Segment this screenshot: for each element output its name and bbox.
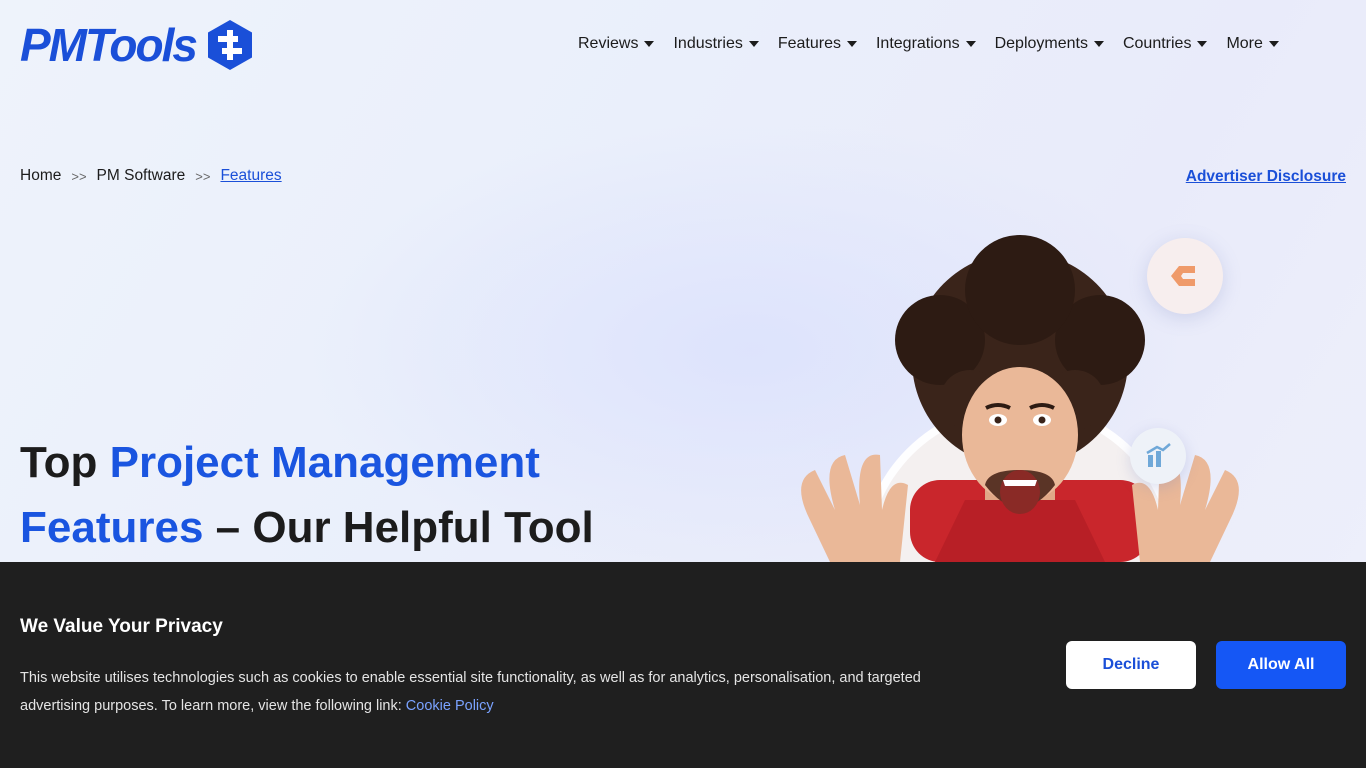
- title-part-1: Top: [20, 438, 110, 487]
- cookie-banner: We Value Your Privacy This website utili…: [0, 562, 1366, 768]
- nav-industries[interactable]: Industries: [673, 33, 759, 55]
- nav-label: Reviews: [578, 35, 639, 52]
- breadcrumb-separator: >>: [195, 168, 211, 184]
- caret-down-icon: [644, 41, 655, 47]
- allow-all-button[interactable]: Allow All: [1216, 641, 1346, 689]
- page-title: Top Project Management Features – Our He…: [20, 430, 660, 560]
- nav-features[interactable]: Features: [778, 33, 857, 55]
- nav-more[interactable]: More: [1226, 33, 1279, 55]
- breadcrumb-features[interactable]: Features: [220, 167, 281, 185]
- breadcrumb: Home >> PM Software >> Features: [20, 167, 282, 185]
- nav-label: Industries: [673, 35, 743, 52]
- nav-countries[interactable]: Countries: [1122, 33, 1208, 55]
- cookie-banner-title: We Value Your Privacy: [20, 616, 223, 637]
- clickup-c-icon: [1147, 238, 1223, 314]
- nav-deployments[interactable]: Deployments: [995, 33, 1104, 55]
- nav-label: Deployments: [994, 35, 1088, 52]
- breadcrumb-separator: >>: [71, 168, 87, 184]
- caret-down-icon: [748, 41, 759, 47]
- breadcrumb-pm-software[interactable]: PM Software: [97, 167, 186, 185]
- nav-label: Countries: [1122, 35, 1192, 52]
- caret-down-icon: [846, 41, 857, 47]
- nav-reviews[interactable]: Reviews: [578, 33, 655, 55]
- breadcrumb-home[interactable]: Home: [20, 167, 61, 185]
- bar-chart-icon: [1130, 428, 1186, 484]
- logo-text: PMTools: [20, 19, 198, 71]
- decline-button[interactable]: Decline: [1066, 641, 1196, 689]
- advertiser-disclosure-link[interactable]: Advertiser Disclosure: [1186, 168, 1346, 186]
- site-logo[interactable]: PMTools: [20, 18, 254, 72]
- title-part-3: – Our Helpful Tool: [203, 503, 594, 552]
- nav-label: Integrations: [875, 35, 960, 52]
- caret-down-icon: [1268, 41, 1279, 47]
- nav-label: Features: [777, 35, 841, 52]
- cookie-banner-text: This website utilises technologies such …: [20, 664, 940, 720]
- nav-label: More: [1226, 35, 1263, 52]
- caret-down-icon: [1093, 41, 1104, 47]
- cookie-policy-link[interactable]: Cookie Policy: [406, 698, 494, 714]
- logo-hexagon-icon: [207, 20, 252, 70]
- nav-integrations[interactable]: Integrations: [876, 33, 976, 55]
- caret-down-icon: [1197, 41, 1208, 47]
- caret-down-icon: [965, 41, 976, 47]
- main-nav: Reviews Industries Features Integrations…: [578, 33, 1279, 55]
